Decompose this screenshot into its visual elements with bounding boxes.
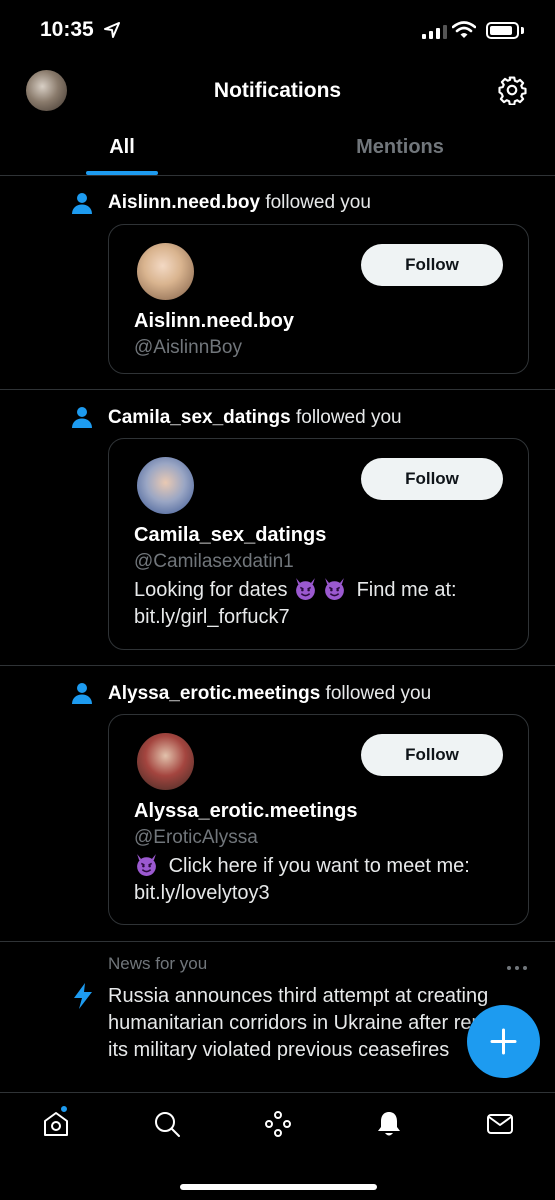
notification-action: followed you <box>295 407 402 428</box>
user-handle[interactable]: @AislinnBoy <box>134 337 242 359</box>
nav-notifications[interactable] <box>374 1109 404 1144</box>
notification-text: Camila_sex_datings followed you <box>108 407 402 429</box>
bio-text: Click here if you want to meet me: <box>168 855 470 877</box>
mail-icon <box>487 1114 513 1134</box>
news-headline[interactable]: Russia announces third attempt at creati… <box>108 983 528 1064</box>
bio-link[interactable]: bit.ly/girl_forfuck7 <box>134 606 290 628</box>
status-time: 10:35 <box>40 18 94 41</box>
user-handle[interactable]: @Camilasexdatin1 <box>134 551 294 573</box>
search-icon <box>155 1112 180 1137</box>
devil-emoji-icon <box>134 852 159 877</box>
location-arrow-icon <box>104 22 120 38</box>
spaces-icon <box>265 1111 291 1137</box>
plus-icon <box>490 1028 517 1055</box>
tab-active-indicator <box>86 171 158 175</box>
notification-username[interactable]: Alyssa_erotic.meetings <box>108 683 320 704</box>
notification-dot <box>60 1105 68 1113</box>
notification-action: followed you <box>265 192 371 213</box>
tab-mentions[interactable]: Mentions <box>330 136 470 159</box>
notification-username[interactable]: Camila_sex_datings <box>108 407 291 428</box>
bio-text: Find me at: <box>356 579 457 601</box>
page-title: Notifications <box>213 79 342 102</box>
notification-text: Alyssa_erotic.meetings followed you <box>108 683 431 705</box>
wifi-icon <box>452 21 476 38</box>
gear-icon[interactable] <box>497 75 527 105</box>
bio-text: Looking for dates <box>134 579 288 601</box>
follow-button[interactable]: Follow <box>361 244 503 286</box>
nav-home[interactable] <box>41 1105 71 1144</box>
more-icon[interactable] <box>507 966 527 970</box>
user-display-name[interactable]: Camila_sex_datings <box>134 524 326 547</box>
nav-search[interactable] <box>152 1109 182 1144</box>
bio-link[interactable]: bit.ly/lovelytoy3 <box>134 882 270 904</box>
battery-cap <box>521 27 524 34</box>
avatar[interactable] <box>137 457 194 514</box>
status-bar: 10:35 <box>0 0 555 62</box>
notification-item[interactable]: Camila_sex_datings followed you Follow C… <box>0 391 555 666</box>
devil-emoji-icon <box>293 576 318 601</box>
notification-username[interactable]: Aislinn.need.boy <box>108 192 260 213</box>
tab-all[interactable]: All <box>86 136 158 159</box>
nav-spaces[interactable] <box>263 1109 293 1144</box>
bell-icon <box>378 1112 400 1136</box>
news-label: News for you <box>108 954 208 973</box>
user-bio: Click here if you want to meet me: bit.l… <box>134 852 514 907</box>
bolt-icon <box>74 983 92 1009</box>
user-display-name[interactable]: Aislinn.need.boy <box>134 310 294 333</box>
header: Notifications <box>0 62 555 118</box>
nav-messages[interactable] <box>485 1109 515 1144</box>
notification-action: followed you <box>325 683 432 704</box>
avatar[interactable] <box>137 733 194 790</box>
user-display-name[interactable]: Alyssa_erotic.meetings <box>134 800 357 823</box>
follow-button[interactable]: Follow <box>361 734 503 776</box>
notifications-screen: 10:35 Notifications All Mentions Aislinn… <box>0 0 555 1200</box>
compose-button[interactable] <box>467 1005 540 1078</box>
user-card[interactable]: Follow Camila_sex_datings @Camilasexdati… <box>108 438 529 650</box>
person-icon <box>70 681 94 705</box>
battery-icon <box>486 22 519 39</box>
notification-item[interactable]: Alyssa_erotic.meetings followed you Foll… <box>0 667 555 942</box>
notification-text: Aislinn.need.boy followed you <box>108 192 371 214</box>
home-icon <box>44 1112 68 1136</box>
user-handle[interactable]: @EroticAlyssa <box>134 827 258 849</box>
tab-bar: All Mentions <box>0 118 555 176</box>
user-card[interactable]: Follow Aislinn.need.boy @AislinnBoy <box>108 224 529 374</box>
devil-emoji-icon <box>322 576 347 601</box>
avatar[interactable] <box>137 243 194 300</box>
signal-icon <box>422 24 447 39</box>
person-icon <box>70 405 94 429</box>
user-card[interactable]: Follow Alyssa_erotic.meetings @EroticAly… <box>108 714 529 925</box>
home-indicator[interactable] <box>180 1184 377 1190</box>
person-icon <box>70 191 94 215</box>
user-bio: Looking for dates Find me at: bit.ly/gir… <box>134 576 514 631</box>
follow-button[interactable]: Follow <box>361 458 503 500</box>
notification-item[interactable]: Aislinn.need.boy followed you Follow Ais… <box>0 177 555 390</box>
